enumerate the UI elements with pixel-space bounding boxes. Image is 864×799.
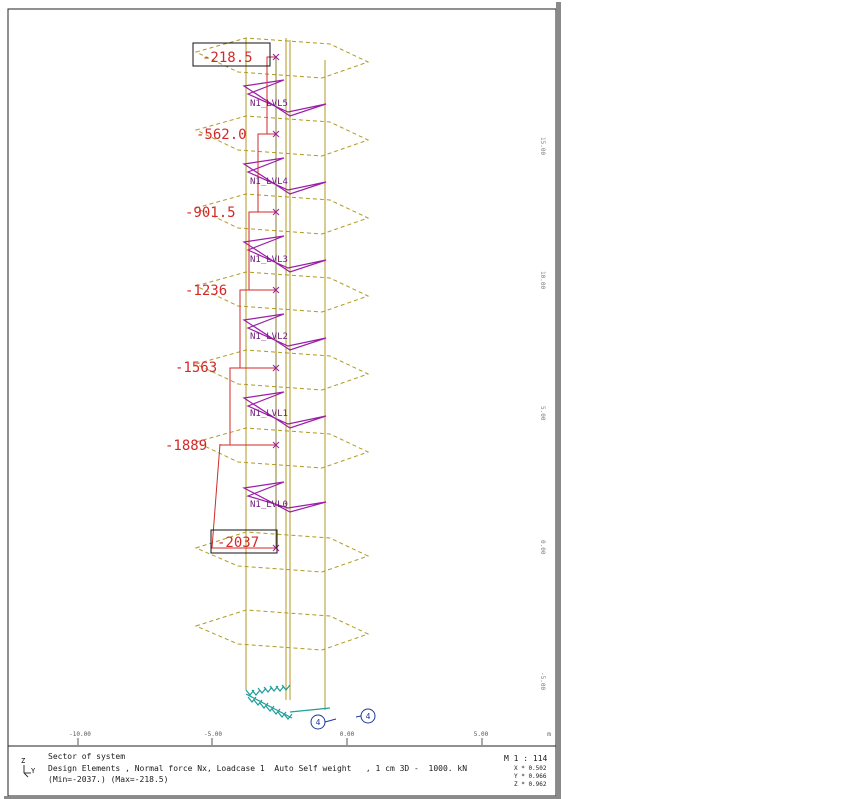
x-factor: X * 0.502	[514, 765, 547, 772]
axis-marker-label: 4	[316, 718, 321, 727]
plot-info-footer: Sector of system Design Elements , Norma…	[10, 748, 556, 794]
force-label: -1563	[175, 360, 217, 376]
z-tick-label: -5.00	[539, 672, 546, 690]
force-label: -1889	[165, 438, 207, 454]
z-tick-label: 5.00	[539, 406, 546, 421]
z-tick-label: 10.00	[539, 271, 546, 289]
drawing-canvas: -10.00 -5.00 0.00 5.00 m 15.00 10.00 5.0…	[7, 8, 557, 797]
level-label: N1_LVL4	[250, 177, 288, 187]
footer-line-1: Sector of system	[48, 752, 126, 761]
axis-marker-label: 4	[366, 712, 371, 721]
force-label: -2037	[217, 535, 259, 551]
drawing-frame	[7, 8, 557, 797]
force-label: -901.5	[185, 205, 236, 221]
level-label: N1_LVL2	[250, 332, 288, 342]
footer-line-2: Design Elements , Normal force Nx, Loadc…	[48, 764, 468, 773]
z-factor: Z * 0.962	[514, 781, 547, 788]
footer-line-3: (Min=-2037.) (Max=-218.5)	[48, 775, 169, 784]
y-factor: Y * 0.966	[514, 773, 547, 780]
z-tick-label: 15.00	[539, 137, 546, 155]
level-label: N1_LVL3	[250, 255, 288, 265]
x-tick-label: 5.00	[474, 731, 489, 738]
frame-shadow-right	[556, 2, 561, 797]
force-label: -562.0	[196, 127, 247, 143]
force-label: -218.5	[202, 50, 253, 66]
force-label: -1236	[185, 283, 227, 299]
z-tick-label: 0.00	[539, 540, 546, 555]
x-tick-label: -5.00	[204, 731, 222, 738]
level-label: N1_LVL5	[250, 99, 288, 109]
level-label: N1_LVL1	[250, 409, 288, 419]
x-tick-label: -10.00	[69, 731, 91, 738]
level-label: N1_LVL0	[250, 500, 288, 510]
scale-label: M 1 : 114	[504, 754, 548, 763]
x-tick-label: 0.00	[340, 731, 355, 738]
x-unit-label: m	[547, 731, 551, 738]
